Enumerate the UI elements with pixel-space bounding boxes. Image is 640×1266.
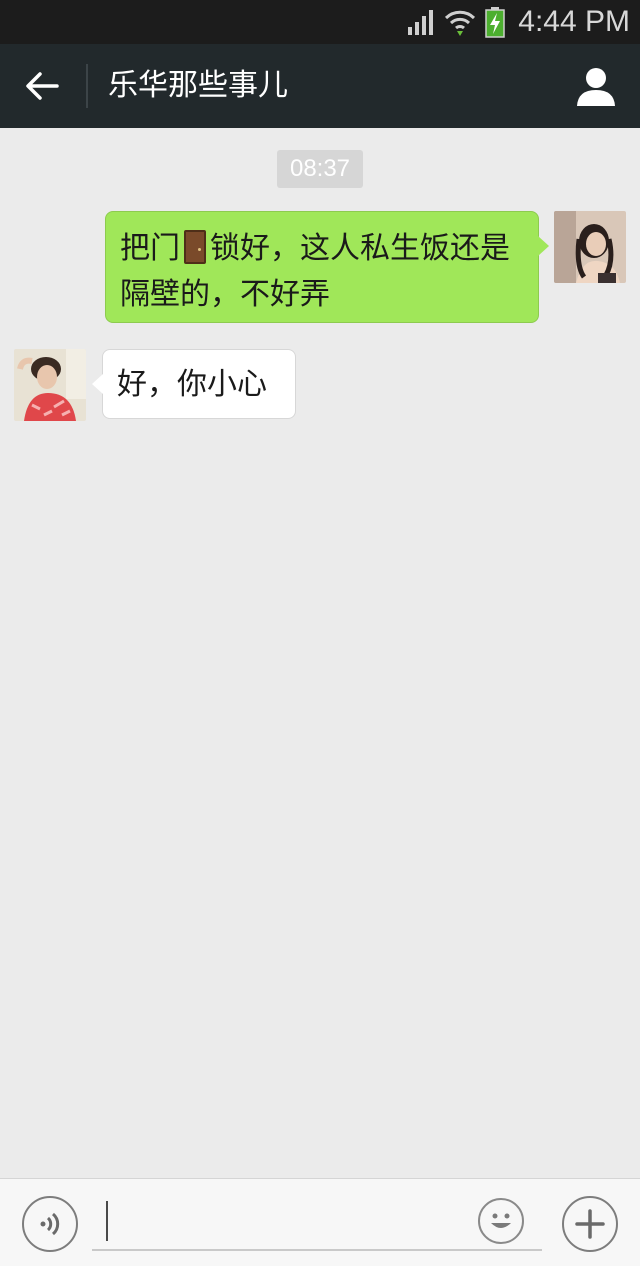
chat-info-button[interactable] (574, 66, 618, 108)
message-timestamp: 08:37 (277, 150, 363, 188)
incoming-text: 好，你小心 (117, 367, 267, 402)
incoming-message-bubble[interactable]: 好，你小心 (92, 349, 296, 419)
title-bar: 乐华那些事儿 (0, 44, 640, 128)
status-bar: 4:44 PM (0, 0, 640, 44)
contact-avatar[interactable] (14, 349, 86, 421)
input-bar (0, 1178, 640, 1266)
signal-icon (408, 10, 434, 35)
status-time: 4:44 PM (518, 5, 630, 38)
door-emoji-icon (184, 230, 206, 264)
smiley-icon (491, 1213, 511, 1228)
text-caret (106, 1201, 108, 1241)
emoji-button[interactable] (478, 1198, 524, 1244)
message-input[interactable] (92, 1193, 542, 1251)
self-avatar[interactable] (554, 211, 626, 283)
more-button[interactable] (562, 1196, 618, 1252)
person-icon (577, 68, 615, 106)
voice-button[interactable] (22, 1196, 78, 1252)
status-icons: 4:44 PM (406, 4, 630, 40)
arrow-left-icon (26, 72, 59, 100)
back-button[interactable] (14, 60, 70, 112)
contact-avatar-image (14, 349, 86, 421)
wifi-icon (445, 10, 476, 36)
self-avatar-image (554, 211, 626, 283)
outgoing-text-part1: 把门 (120, 231, 180, 266)
title-divider (86, 64, 88, 108)
voice-icon (40, 1212, 60, 1236)
plus-icon (575, 1209, 605, 1239)
battery-charging-icon (485, 7, 506, 38)
outgoing-message-bubble[interactable]: 把门 锁好，这人私生饭还是隔壁的，不好弄 (105, 211, 549, 323)
chat-title: 乐华那些事儿 (108, 68, 288, 103)
